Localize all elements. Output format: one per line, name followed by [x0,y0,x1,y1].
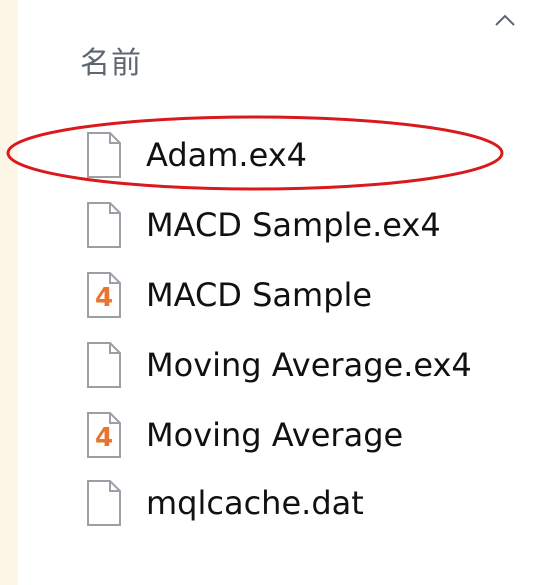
file-item-moving-average-ex4[interactable]: Moving Average.ex4 [84,336,472,394]
blank-file-icon [87,202,121,248]
blank-file-icon [87,132,121,178]
mq4-source-file-icon: 4 [87,412,121,458]
file-name: Moving Average.ex4 [146,346,472,384]
file-item-mqlcache-dat[interactable]: mqlcache.dat [84,474,364,532]
svg-text:4: 4 [95,283,113,313]
file-name: MACD Sample.ex4 [146,206,441,244]
file-list: Adam.ex4 MACD Sample.ex4 4 MACD Sample M… [18,0,533,585]
blank-file-icon [87,342,121,388]
file-item-moving-average[interactable]: 4 Moving Average [84,406,403,464]
blank-file-icon [87,480,121,526]
file-item-macd-sample-ex4[interactable]: MACD Sample.ex4 [84,196,441,254]
file-item-adam-ex4[interactable]: Adam.ex4 [84,126,307,184]
file-item-macd-sample[interactable]: 4 MACD Sample [84,266,372,324]
file-explorer-panel: 名前 Adam.ex4 MACD Sample.ex4 4 MACD Sampl… [18,0,533,585]
mq4-source-file-icon: 4 [87,272,121,318]
file-name: Adam.ex4 [146,136,308,174]
file-name: Moving Average [146,416,404,454]
svg-text:4: 4 [95,423,113,453]
file-name: mqlcache.dat [146,484,364,522]
file-name: MACD Sample [146,276,373,314]
